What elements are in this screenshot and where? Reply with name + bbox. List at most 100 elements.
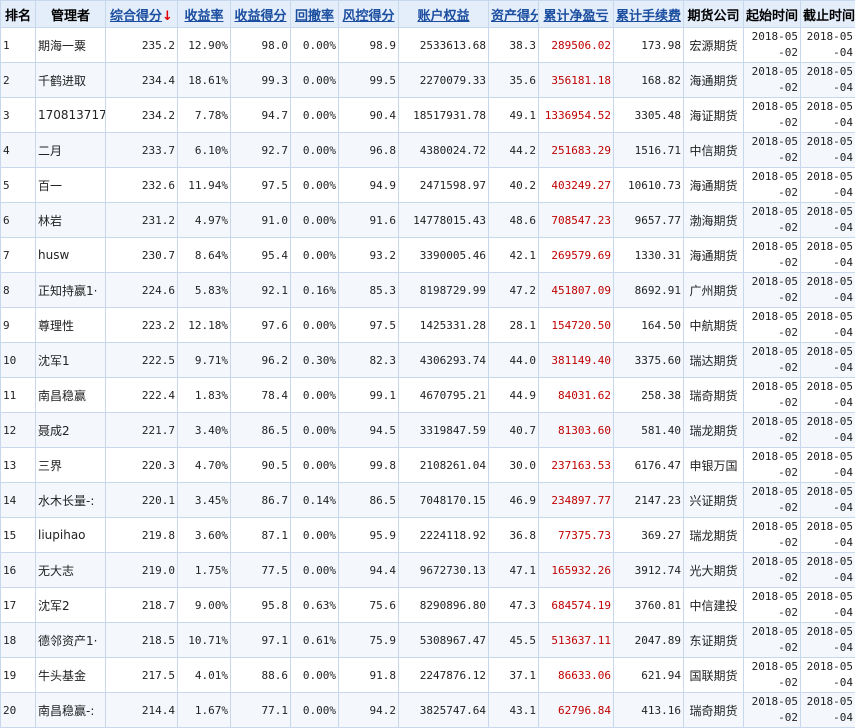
composite-score-cell: 221.7 bbox=[106, 413, 178, 448]
col-header-equity[interactable]: 账户权益 bbox=[399, 1, 489, 28]
net-profit-cell: 237163.53 bbox=[539, 448, 614, 483]
end-date-cell: 2018-05-04 bbox=[801, 238, 855, 273]
start-date-cell: 2018-05-02 bbox=[744, 203, 801, 238]
net-profit-cell: 154720.50 bbox=[539, 308, 614, 343]
col-header-composite-score-label: 综合得分 bbox=[110, 9, 162, 24]
composite-score-cell: 233.7 bbox=[106, 133, 178, 168]
return-score-cell: 92.7 bbox=[231, 133, 291, 168]
fee-cell: 413.16 bbox=[614, 693, 684, 728]
manager-name: 170813717: bbox=[36, 98, 106, 133]
company-cell: 申银万国 bbox=[684, 448, 744, 483]
company-cell: 中信期货 bbox=[684, 133, 744, 168]
manager-name: 南昌稳赢-: bbox=[36, 693, 106, 728]
fee-cell: 168.82 bbox=[614, 63, 684, 98]
fee-cell: 2047.89 bbox=[614, 623, 684, 658]
drawdown-cell: 0.00% bbox=[291, 553, 339, 588]
equity-cell: 4306293.74 bbox=[399, 343, 489, 378]
composite-score-cell: 218.5 bbox=[106, 623, 178, 658]
company-cell: 东证期货 bbox=[684, 623, 744, 658]
table-row: 16无大志219.01.75%77.50.00%94.49672730.1347… bbox=[1, 553, 855, 588]
rank-cell: 16 bbox=[1, 553, 36, 588]
table-row: 14水木长量-:220.13.45%86.70.14%86.57048170.1… bbox=[1, 483, 855, 518]
equity-cell: 5308967.47 bbox=[399, 623, 489, 658]
risk-score-cell: 75.6 bbox=[339, 588, 399, 623]
drawdown-cell: 0.00% bbox=[291, 133, 339, 168]
net-profit-cell: 403249.27 bbox=[539, 168, 614, 203]
end-date-cell: 2018-05-04 bbox=[801, 28, 855, 63]
table-row: 1期海一粟235.212.90%98.00.00%98.92533613.683… bbox=[1, 28, 855, 63]
company-cell: 广州期货 bbox=[684, 273, 744, 308]
company-cell: 瑞龙期货 bbox=[684, 518, 744, 553]
risk-score-cell: 97.5 bbox=[339, 308, 399, 343]
company-cell: 光大期货 bbox=[684, 553, 744, 588]
return-score-cell: 88.6 bbox=[231, 658, 291, 693]
asset-score-cell: 42.1 bbox=[489, 238, 539, 273]
col-header-net-profit[interactable]: 累计净盈亏 bbox=[539, 1, 614, 28]
table-row: 19牛头基金217.54.01%88.60.00%91.82247876.123… bbox=[1, 658, 855, 693]
drawdown-cell: 0.00% bbox=[291, 518, 339, 553]
end-date-cell: 2018-05-04 bbox=[801, 518, 855, 553]
manager-name: 正知持嬴1· bbox=[36, 273, 106, 308]
rank-cell: 17 bbox=[1, 588, 36, 623]
start-date-cell: 2018-05-02 bbox=[744, 658, 801, 693]
end-date-cell: 2018-05-04 bbox=[801, 623, 855, 658]
start-date-cell: 2018-05-02 bbox=[744, 98, 801, 133]
ranking-table: 排名 管理者 综合得分↓ 收益率 收益得分 回撤率 风控得分 账户权益 资产得分… bbox=[0, 0, 855, 728]
end-date-cell: 2018-05-04 bbox=[801, 133, 855, 168]
drawdown-cell: 0.14% bbox=[291, 483, 339, 518]
return-score-cell: 86.5 bbox=[231, 413, 291, 448]
col-header-fee[interactable]: 累计手续费 bbox=[614, 1, 684, 28]
risk-score-cell: 90.4 bbox=[339, 98, 399, 133]
manager-name: 聂成2 bbox=[36, 413, 106, 448]
company-cell: 国联期货 bbox=[684, 658, 744, 693]
rank-cell: 6 bbox=[1, 203, 36, 238]
fee-cell: 581.40 bbox=[614, 413, 684, 448]
return-rate-cell: 9.00% bbox=[178, 588, 231, 623]
rank-cell: 18 bbox=[1, 623, 36, 658]
start-date-cell: 2018-05-02 bbox=[744, 588, 801, 623]
start-date-cell: 2018-05-02 bbox=[744, 28, 801, 63]
return-rate-cell: 5.83% bbox=[178, 273, 231, 308]
return-rate-cell: 4.97% bbox=[178, 203, 231, 238]
company-cell: 瑞奇期货 bbox=[684, 378, 744, 413]
drawdown-cell: 0.00% bbox=[291, 448, 339, 483]
fee-cell: 8692.91 bbox=[614, 273, 684, 308]
risk-score-cell: 99.8 bbox=[339, 448, 399, 483]
table-row: 7husw230.78.64%95.40.00%93.23390005.4642… bbox=[1, 238, 855, 273]
rank-cell: 1 bbox=[1, 28, 36, 63]
net-profit-cell: 62796.84 bbox=[539, 693, 614, 728]
equity-cell: 2108261.04 bbox=[399, 448, 489, 483]
net-profit-cell: 684574.19 bbox=[539, 588, 614, 623]
return-rate-cell: 8.64% bbox=[178, 238, 231, 273]
company-cell: 瑞龙期货 bbox=[684, 413, 744, 448]
equity-cell: 4670795.21 bbox=[399, 378, 489, 413]
col-header-return-rate[interactable]: 收益率 bbox=[178, 1, 231, 28]
company-cell: 海通期货 bbox=[684, 168, 744, 203]
manager-name: 德邻资产1· bbox=[36, 623, 106, 658]
col-header-asset-score[interactable]: 资产得分 bbox=[489, 1, 539, 28]
start-date-cell: 2018-05-02 bbox=[744, 553, 801, 588]
company-cell: 瑞奇期货 bbox=[684, 693, 744, 728]
risk-score-cell: 86.5 bbox=[339, 483, 399, 518]
manager-name: 沈军2 bbox=[36, 588, 106, 623]
col-header-return-score[interactable]: 收益得分 bbox=[231, 1, 291, 28]
composite-score-cell: 223.2 bbox=[106, 308, 178, 343]
net-profit-cell: 451807.09 bbox=[539, 273, 614, 308]
col-header-composite-score[interactable]: 综合得分↓ bbox=[106, 1, 178, 28]
end-date-cell: 2018-05-04 bbox=[801, 168, 855, 203]
col-header-drawdown[interactable]: 回撤率 bbox=[291, 1, 339, 28]
drawdown-cell: 0.00% bbox=[291, 63, 339, 98]
asset-score-cell: 45.5 bbox=[489, 623, 539, 658]
table-row: 2千鹤进取234.418.61%99.30.00%99.52270079.333… bbox=[1, 63, 855, 98]
fee-cell: 1330.31 bbox=[614, 238, 684, 273]
drawdown-cell: 0.00% bbox=[291, 308, 339, 343]
end-date-cell: 2018-05-04 bbox=[801, 203, 855, 238]
net-profit-cell: 234897.77 bbox=[539, 483, 614, 518]
equity-cell: 4380024.72 bbox=[399, 133, 489, 168]
net-profit-cell: 84031.62 bbox=[539, 378, 614, 413]
drawdown-cell: 0.00% bbox=[291, 28, 339, 63]
composite-score-cell: 219.8 bbox=[106, 518, 178, 553]
rank-cell: 14 bbox=[1, 483, 36, 518]
risk-score-cell: 75.9 bbox=[339, 623, 399, 658]
col-header-risk-score[interactable]: 风控得分 bbox=[339, 1, 399, 28]
